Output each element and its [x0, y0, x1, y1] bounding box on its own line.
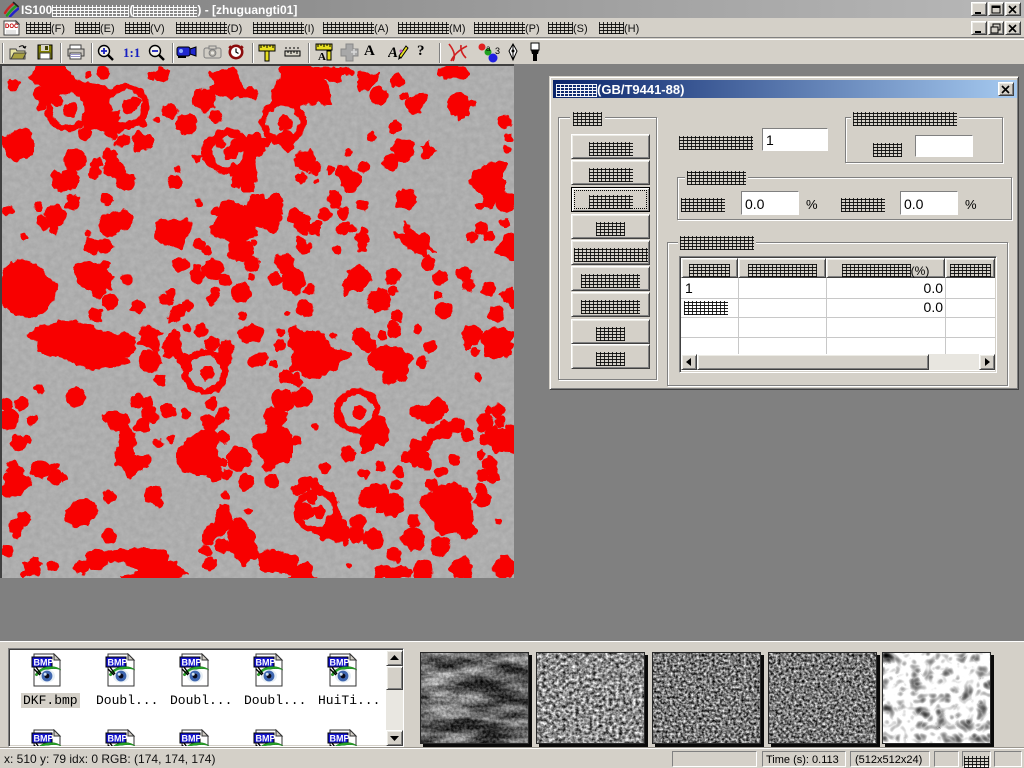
svg-text:BMP: BMP: [256, 658, 276, 668]
svg-text:BMP: BMP: [330, 734, 350, 744]
svg-text:BMP: BMP: [108, 734, 128, 744]
svg-text:BMP: BMP: [34, 734, 54, 744]
svg-text:BMP: BMP: [182, 658, 202, 668]
svg-text:DOC: DOC: [5, 24, 19, 30]
svg-text:BMP: BMP: [34, 658, 54, 668]
svg-text:A: A: [388, 45, 398, 61]
svg-text:3: 3: [495, 46, 500, 56]
svg-text:BMP: BMP: [256, 734, 276, 744]
svg-text:a: a: [486, 44, 491, 53]
svg-text:BMP: BMP: [330, 658, 350, 668]
svg-text:A: A: [318, 51, 326, 62]
svg-text:BMP: BMP: [108, 658, 128, 668]
svg-text:BMP: BMP: [182, 734, 202, 744]
